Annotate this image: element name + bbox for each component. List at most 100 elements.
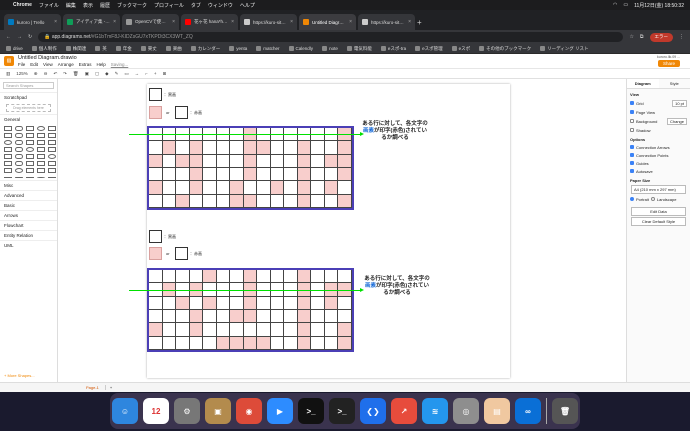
shape-thumbnail[interactable] — [37, 154, 45, 159]
close-icon[interactable]: × — [290, 19, 293, 25]
browser-tab[interactable]: Untitled Diagram.drawio× — [299, 14, 356, 30]
browser-tab[interactable]: https://kuro-site.web.app/× — [358, 14, 415, 30]
bookmark-item[interactable]: カレンダー — [190, 46, 220, 52]
pixel-cell[interactable] — [338, 323, 352, 337]
close-icon[interactable]: × — [408, 19, 411, 25]
pixel-cell[interactable] — [189, 270, 204, 284]
pixel-cell[interactable] — [297, 323, 312, 337]
pixel-cell[interactable] — [243, 309, 258, 324]
pixel-cell[interactable] — [176, 309, 190, 324]
edit-data-button[interactable]: Edit Data — [631, 207, 686, 216]
dock-trash-icon[interactable]: 🗑 — [552, 398, 578, 424]
pixel-cell[interactable] — [216, 270, 231, 284]
shadow-checkbox[interactable] — [630, 128, 634, 132]
pixel-cell[interactable] — [216, 336, 231, 350]
bookmark-item[interactable]: drive — [6, 46, 23, 51]
add-page-icon[interactable]: + — [110, 385, 112, 390]
pixel-cell[interactable] — [216, 154, 231, 168]
pixel-cell[interactable] — [162, 309, 177, 324]
pixel-cell[interactable] — [243, 167, 258, 182]
page-view-checkbox[interactable] — [630, 110, 634, 114]
menu-item[interactable]: Arrange — [58, 62, 74, 67]
zoom-out-icon[interactable]: ⊖ — [44, 71, 48, 77]
to-back-icon[interactable]: ▢ — [95, 71, 99, 77]
bookmark-item[interactable]: eスポ — [451, 46, 470, 52]
pixel-cell[interactable] — [149, 141, 163, 155]
bookmark-item[interactable]: eスポ-tra — [380, 46, 406, 52]
pixel-cell[interactable] — [284, 154, 298, 168]
change-background-button[interactable]: Change — [666, 117, 687, 125]
browser-tab[interactable]: https://kuro-site.web.app/× — [240, 14, 297, 30]
pixel-cell[interactable] — [149, 154, 163, 168]
shape-thumbnail[interactable] — [37, 168, 45, 173]
pixel-cell[interactable] — [149, 270, 163, 284]
wifi-icon[interactable]: ◠ — [613, 2, 617, 8]
pixel-cell[interactable] — [324, 323, 339, 337]
pixel-cell[interactable] — [189, 154, 204, 168]
shape-thumbnail[interactable] — [48, 147, 56, 152]
pixel-cell[interactable] — [324, 141, 339, 155]
pixel-cell[interactable] — [338, 141, 352, 155]
shape-thumbnail[interactable] — [4, 161, 12, 166]
dock-vscode-icon[interactable]: ❮❯ — [360, 398, 386, 424]
pixel-cell[interactable] — [162, 154, 177, 168]
scan-note-2[interactable]: ある行に対して、各文字の画素が印字(赤色)されているか調べる — [363, 276, 431, 297]
shape-thumbnail[interactable] — [4, 147, 12, 152]
option-checkbox[interactable] — [630, 161, 634, 165]
legend-white-box-2[interactable] — [149, 230, 162, 243]
pixel-cell[interactable] — [162, 296, 177, 310]
shape-thumbnail[interactable] — [26, 154, 34, 159]
pixel-cell[interactable] — [284, 336, 298, 350]
menubar-item[interactable]: ブックマーク — [117, 2, 147, 9]
pixel-cell[interactable] — [162, 270, 177, 284]
pixel-cell[interactable] — [176, 296, 190, 310]
pixel-cell[interactable] — [203, 167, 217, 182]
pixel-cell[interactable] — [297, 270, 312, 284]
delete-icon[interactable]: 🗑 — [73, 71, 79, 77]
to-front-icon[interactable]: ▣ — [85, 71, 89, 77]
legend-pink-label-2[interactable]: ：赤画 — [190, 251, 202, 257]
dock-preview-icon[interactable]: ◎ — [453, 398, 479, 424]
pixel-cell[interactable] — [203, 270, 217, 284]
pixel-cell[interactable] — [243, 141, 258, 155]
undo-icon[interactable]: ↶ — [53, 71, 57, 77]
browser-tab[interactable]: OpenCVで使われるputText× — [122, 14, 179, 30]
pixel-cell[interactable] — [257, 194, 271, 208]
shape-thumbnail[interactable] — [48, 168, 56, 173]
pixel-cell[interactable] — [176, 141, 190, 155]
legend-or[interactable]: or — [166, 110, 170, 115]
pixel-cell[interactable] — [270, 296, 285, 310]
pixel-cell[interactable] — [270, 181, 285, 195]
pixel-cell[interactable] — [149, 194, 163, 208]
insert-icon[interactable]: + — [154, 71, 157, 76]
grid-checkbox[interactable] — [630, 101, 634, 105]
pixel-cell[interactable] — [203, 336, 217, 350]
pixel-grid-2[interactable] — [147, 268, 354, 352]
pixel-cell[interactable] — [162, 323, 177, 337]
menubar-item[interactable]: 表示 — [83, 2, 93, 9]
pixel-cell[interactable] — [162, 194, 177, 208]
legend-pink-label[interactable]: ：赤画 — [190, 110, 202, 116]
pixel-cell[interactable] — [311, 154, 325, 168]
table-icon[interactable]: ⊞ — [162, 71, 166, 77]
close-icon[interactable]: × — [349, 19, 352, 25]
menubar-item[interactable]: ウィンドウ — [208, 2, 233, 9]
pixel-cell[interactable] — [297, 194, 312, 208]
pixel-cell[interactable] — [189, 309, 204, 324]
pixel-cell[interactable] — [284, 309, 298, 324]
pixel-cell[interactable] — [216, 181, 231, 195]
pixel-cell[interactable] — [162, 141, 177, 155]
pixel-cell[interactable] — [162, 336, 177, 350]
page-tab[interactable]: Page-1 — [80, 385, 106, 390]
pixel-cell[interactable] — [324, 270, 339, 284]
pixel-cell[interactable] — [149, 336, 163, 350]
shape-thumbnail[interactable] — [26, 168, 34, 173]
pixel-cell[interactable] — [189, 141, 204, 155]
scan-arrow-1[interactable] — [129, 132, 364, 136]
shape-thumbnail[interactable] — [4, 177, 12, 178]
profile-error-button[interactable]: エラー — [649, 32, 673, 42]
pixel-cell[interactable] — [270, 141, 285, 155]
pixel-cell[interactable] — [338, 194, 352, 208]
pixel-cell[interactable] — [284, 270, 298, 284]
legend-white-box[interactable] — [149, 88, 162, 101]
